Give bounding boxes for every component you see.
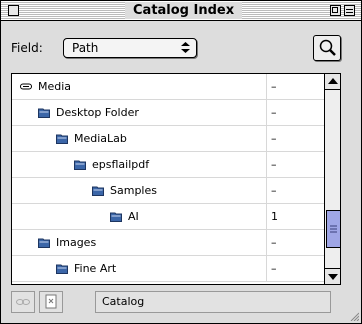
row-value: 1 — [271, 210, 278, 223]
row-name: Images — [56, 236, 97, 249]
zoom-box[interactable] — [330, 5, 341, 16]
catalog-field-label: Catalog — [102, 295, 145, 308]
list-row[interactable]: Desktop Folder – — [12, 100, 324, 126]
resize-grip-icon[interactable] — [349, 311, 359, 321]
window-title: Catalog Index — [125, 2, 243, 19]
name-cell: Samples — [12, 178, 267, 203]
row-name: epsflailpdf — [92, 158, 150, 171]
catalog-field[interactable]: Catalog — [95, 291, 331, 313]
document-icon — [45, 294, 57, 309]
list-row[interactable]: Fine Art – — [12, 256, 324, 282]
folder-icon — [92, 186, 104, 196]
magnifier-icon — [319, 39, 336, 56]
list-row[interactable]: epsflailpdf – — [12, 152, 324, 178]
list-row[interactable]: Samples – — [12, 178, 324, 204]
row-value: – — [271, 132, 277, 145]
name-cell: Desktop Folder — [12, 100, 267, 125]
link-button[interactable] — [11, 291, 35, 313]
field-select-value: Path — [72, 41, 99, 55]
row-name: Fine Art — [74, 262, 117, 275]
grip-lines-icon — [330, 225, 337, 233]
catalog-list[interactable]: Media – Desktop Folder – MediaLab – epsflailpd… — [11, 73, 341, 285]
catalog-index-window: Catalog Index Field: Path Media – Desktop … — [0, 0, 362, 324]
chain-link-icon — [16, 299, 30, 305]
row-name: Samples — [110, 184, 157, 197]
row-value: – — [271, 262, 277, 275]
scroll-up-button[interactable] — [325, 74, 340, 90]
folder-icon — [38, 238, 50, 248]
vertical-scrollbar[interactable] — [324, 74, 340, 284]
scroll-up-arrow-icon — [328, 78, 338, 84]
row-name: Media — [38, 80, 72, 93]
row-value: – — [271, 106, 277, 119]
list-row[interactable]: Media – — [12, 74, 324, 100]
search-button[interactable] — [313, 35, 341, 61]
collapse-box[interactable] — [344, 5, 355, 16]
list-row[interactable]: Images – — [12, 230, 324, 256]
folder-icon — [56, 134, 68, 144]
row-value: – — [271, 80, 277, 93]
folder-icon — [38, 108, 50, 118]
name-cell: AI — [12, 204, 267, 229]
scroll-down-button[interactable] — [325, 268, 340, 284]
scroll-thumb[interactable] — [326, 210, 340, 248]
scroll-down-arrow-icon — [328, 274, 338, 280]
list-row[interactable]: AI 1 — [12, 204, 324, 230]
row-name: AI — [128, 210, 139, 223]
row-value: – — [271, 236, 277, 249]
row-name: Desktop Folder — [56, 106, 139, 119]
title-bar[interactable]: Catalog Index — [1, 1, 361, 21]
name-cell: Fine Art — [12, 256, 267, 281]
row-name: MediaLab — [74, 132, 127, 145]
row-value: – — [271, 158, 277, 171]
document-button[interactable] — [39, 291, 63, 313]
close-box[interactable] — [8, 5, 19, 16]
folder-icon — [56, 264, 68, 274]
row-value: – — [271, 184, 277, 197]
disk-icon — [20, 83, 32, 90]
select-arrows-icon — [181, 42, 190, 53]
field-select[interactable]: Path — [63, 38, 197, 58]
folder-icon — [74, 160, 86, 170]
name-cell: Images — [12, 230, 267, 255]
name-cell: Media — [12, 74, 267, 99]
list-row[interactable]: MediaLab – — [12, 126, 324, 152]
folder-icon — [110, 212, 122, 222]
field-label: Field: — [11, 41, 43, 55]
name-cell: epsflailpdf — [12, 152, 267, 177]
name-cell: MediaLab — [12, 126, 267, 151]
